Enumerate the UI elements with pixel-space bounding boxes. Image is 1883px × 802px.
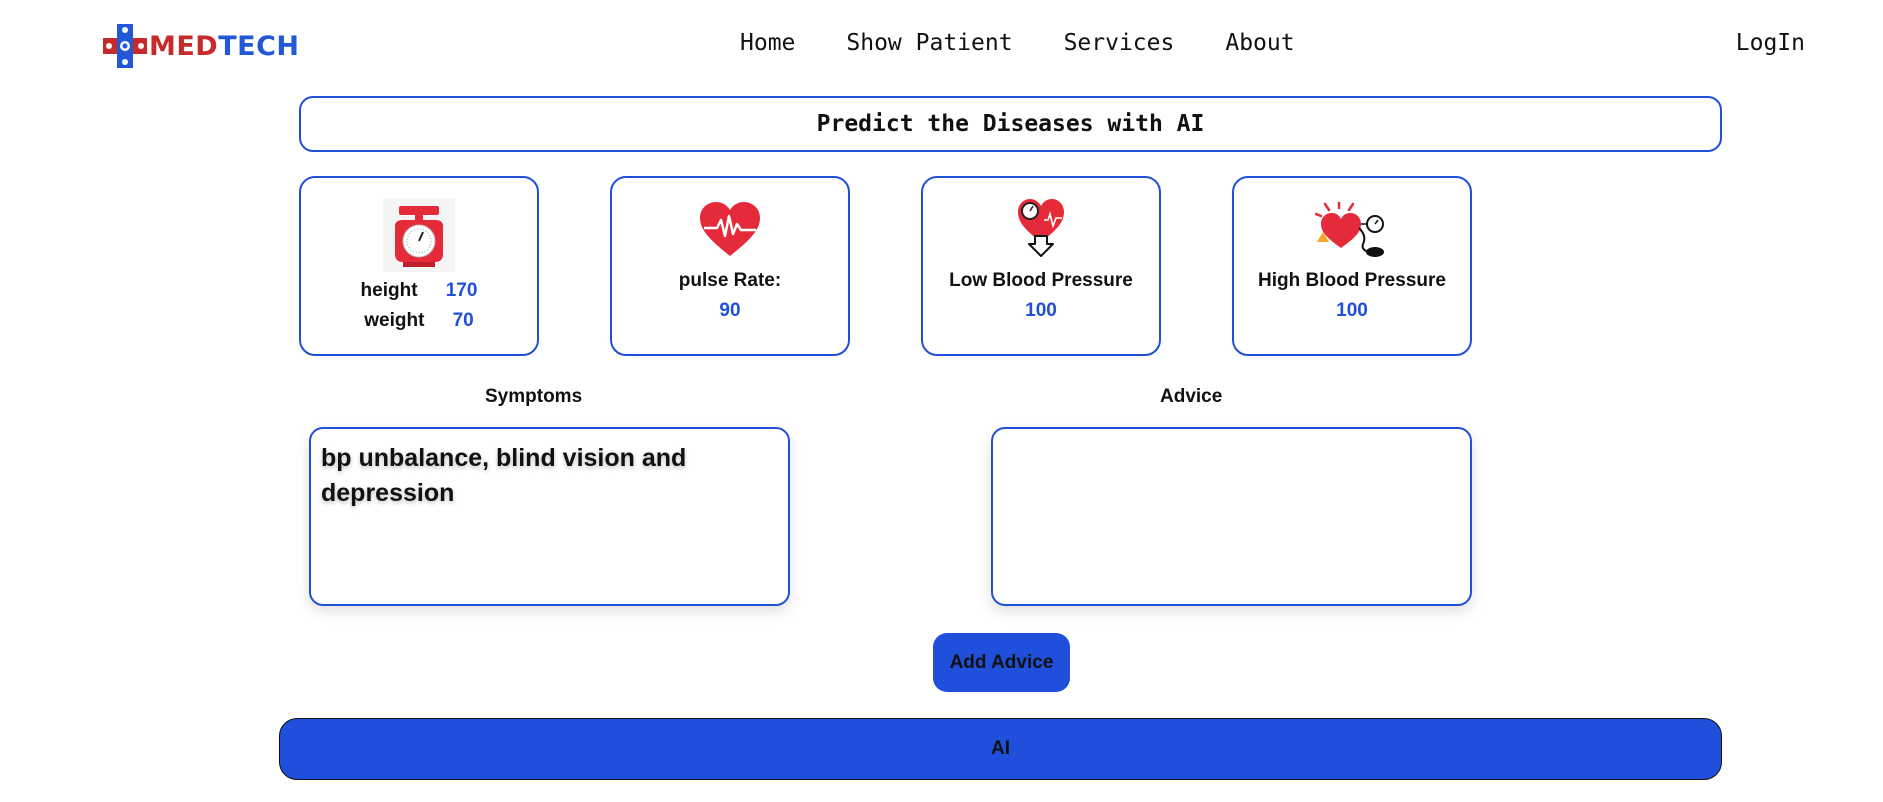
heart-pulse-icon [700,202,760,256]
nav-link-services[interactable]: Services [1064,30,1175,56]
add-advice-button[interactable]: Add Advice [933,633,1070,692]
login-link[interactable]: LogIn [1736,30,1805,56]
heart-gauge-icon [1315,202,1384,257]
add-advice-label: Add Advice [949,651,1054,673]
weight-scale-icon [383,198,455,272]
weight-value: 70 [452,310,474,331]
nav-link-about[interactable]: About [1225,30,1294,56]
page-title-box: Predict the Diseases with AI [299,96,1722,152]
navbar: MEDTECH Home Show Patient Services About… [0,0,1883,92]
brand-name: MEDTECH [149,30,300,62]
pulse-rate-value: 90 [719,300,741,321]
nav-link-show-patient[interactable]: Show Patient [846,30,1012,56]
weight-label: weight [364,310,425,331]
page-title: Predict the Diseases with AI [816,111,1205,137]
height-weight-card: height 170 weight 70 [299,176,539,356]
nav-link-home[interactable]: Home [740,30,795,56]
ai-button-label: AI [991,738,1010,759]
pulse-rate-label: pulse Rate: [678,270,782,291]
height-label: height [360,280,418,301]
medical-cross-icon [103,24,147,68]
height-value: 170 [445,280,478,301]
low-blood-pressure-card: Low Blood Pressure 100 [921,176,1161,356]
brand-logo[interactable]: MEDTECH [103,24,300,68]
advice-textarea[interactable] [991,427,1472,606]
high-blood-pressure-label: High Blood Pressure [1258,270,1446,291]
ai-button[interactable]: AI [279,718,1722,780]
low-blood-pressure-value: 100 [1025,300,1057,321]
symptoms-textarea[interactable]: bp unbalance, blind vision and depressio… [309,427,790,606]
advice-label: Advice [1160,386,1223,407]
low-blood-pressure-label: Low Blood Pressure [949,270,1133,291]
pulse-rate-card: pulse Rate: 90 [610,176,850,356]
high-blood-pressure-value: 100 [1336,300,1368,321]
heart-down-arrow-icon [1018,199,1064,257]
nav-links: Home Show Patient Services About [740,30,1346,56]
symptoms-label: Symptoms [485,386,583,407]
high-blood-pressure-card: High Blood Pressure 100 [1232,176,1472,356]
